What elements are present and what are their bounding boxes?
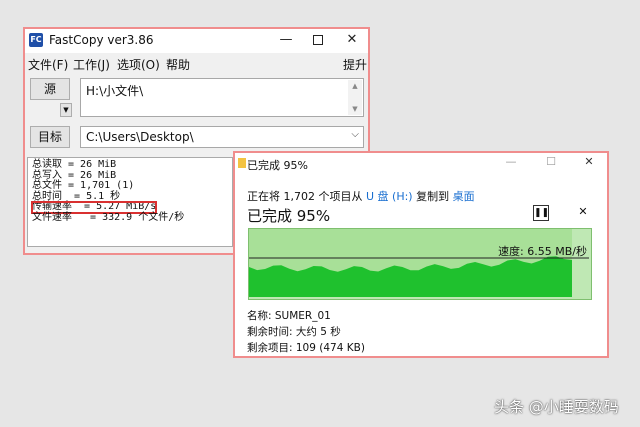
folder-icon (238, 158, 246, 168)
scroll-down-icon[interactable]: ▼ (348, 105, 362, 113)
destination-link[interactable]: 桌面 (453, 190, 475, 203)
transfer-speed-graph: 速度: 6.55 MB/秒 (248, 228, 592, 300)
speed-graph-svg (249, 229, 589, 297)
time-remaining: 剩余时间: 大约 5 秒 (247, 326, 341, 338)
menu-bar: 文件(F) 工作(J) 选项(O) 帮助 提升 (25, 54, 368, 72)
log-line: 总读取 = 26 MiB (32, 159, 117, 170)
source-history-button[interactable]: ▼ (60, 103, 72, 117)
menu-elevate[interactable]: 提升 (343, 56, 367, 73)
chevron-down-icon[interactable]: ⌵ (351, 129, 359, 140)
menu-job[interactable]: 工作(J) (73, 56, 110, 73)
menu-help[interactable]: 帮助 (166, 56, 190, 73)
menu-options[interactable]: 选项(O) (117, 56, 160, 73)
scroll-up-icon[interactable]: ▲ (348, 82, 362, 90)
file-name: 名称: SUMER_01 (247, 310, 331, 322)
watermark: 头条 @小睡耍数码 (494, 398, 619, 416)
menu-file[interactable]: 文件(F) (28, 56, 68, 73)
dialog-title: 已完成 95% (247, 159, 308, 172)
window-title: FastCopy ver3.86 (49, 33, 154, 47)
maximize-icon (313, 34, 323, 45)
copy-description-mid: 复制到 (412, 190, 453, 203)
destination-path-text: C:\Users\Desktop\ (86, 130, 194, 144)
log-line: 总文件 = 1,701 (1) (32, 180, 135, 191)
log-line: 文件速率 = 332.9 个文件/秒 (32, 211, 185, 223)
copy-description: 正在将 1,702 个项目从 U 盘 (H:) 复制到 桌面 (247, 188, 475, 204)
source-button[interactable]: 源 (30, 78, 70, 100)
copy-progress-dialog: 已完成 95% — ☐ ✕ 正在将 1,702 个项目从 U 盘 (H:) 复制… (233, 151, 609, 358)
fastcopy-logo-icon: FC (29, 33, 43, 47)
speed-label: 速度: 6.55 MB/秒 (498, 245, 587, 258)
maximize-button[interactable]: ☐ (541, 155, 561, 168)
minimize-button[interactable]: — (501, 155, 521, 168)
dialog-titlebar[interactable]: 已完成 95% — ☐ ✕ (235, 153, 607, 175)
transfer-rate-highlight: 传输速率 = 5.27 MiB/s (30, 201, 158, 214)
source-link[interactable]: U 盘 (H:) (366, 190, 413, 203)
pause-button[interactable]: ❚❚ (533, 205, 549, 221)
fastcopy-titlebar[interactable]: FC FastCopy ver3.86 — ✕ (25, 29, 368, 53)
source-path-text: H:\小文件\ (86, 84, 144, 98)
maximize-button[interactable] (303, 30, 333, 50)
destination-path-input[interactable]: C:\Users\Desktop\ ⌵ (80, 126, 364, 148)
close-button[interactable]: ✕ (579, 155, 599, 168)
minimize-button[interactable]: — (271, 30, 301, 50)
cancel-button[interactable]: ✕ (575, 205, 591, 221)
source-scrollbar[interactable]: ▲ ▼ (348, 80, 362, 115)
source-path-input[interactable]: H:\小文件\ ▲ ▼ (80, 78, 364, 117)
items-remaining: 剩余项目: 109 (474 KB) (247, 342, 365, 354)
progress-status: 已完成 95% (247, 207, 331, 225)
destination-button[interactable]: 目标 (30, 126, 70, 148)
copy-description-prefix: 正在将 1,702 个项目从 (247, 190, 366, 203)
close-button[interactable]: ✕ (337, 30, 367, 50)
result-log: 总读取 = 26 MiB 总写入 = 26 MiB 总文件 = 1,701 (1… (27, 157, 233, 247)
